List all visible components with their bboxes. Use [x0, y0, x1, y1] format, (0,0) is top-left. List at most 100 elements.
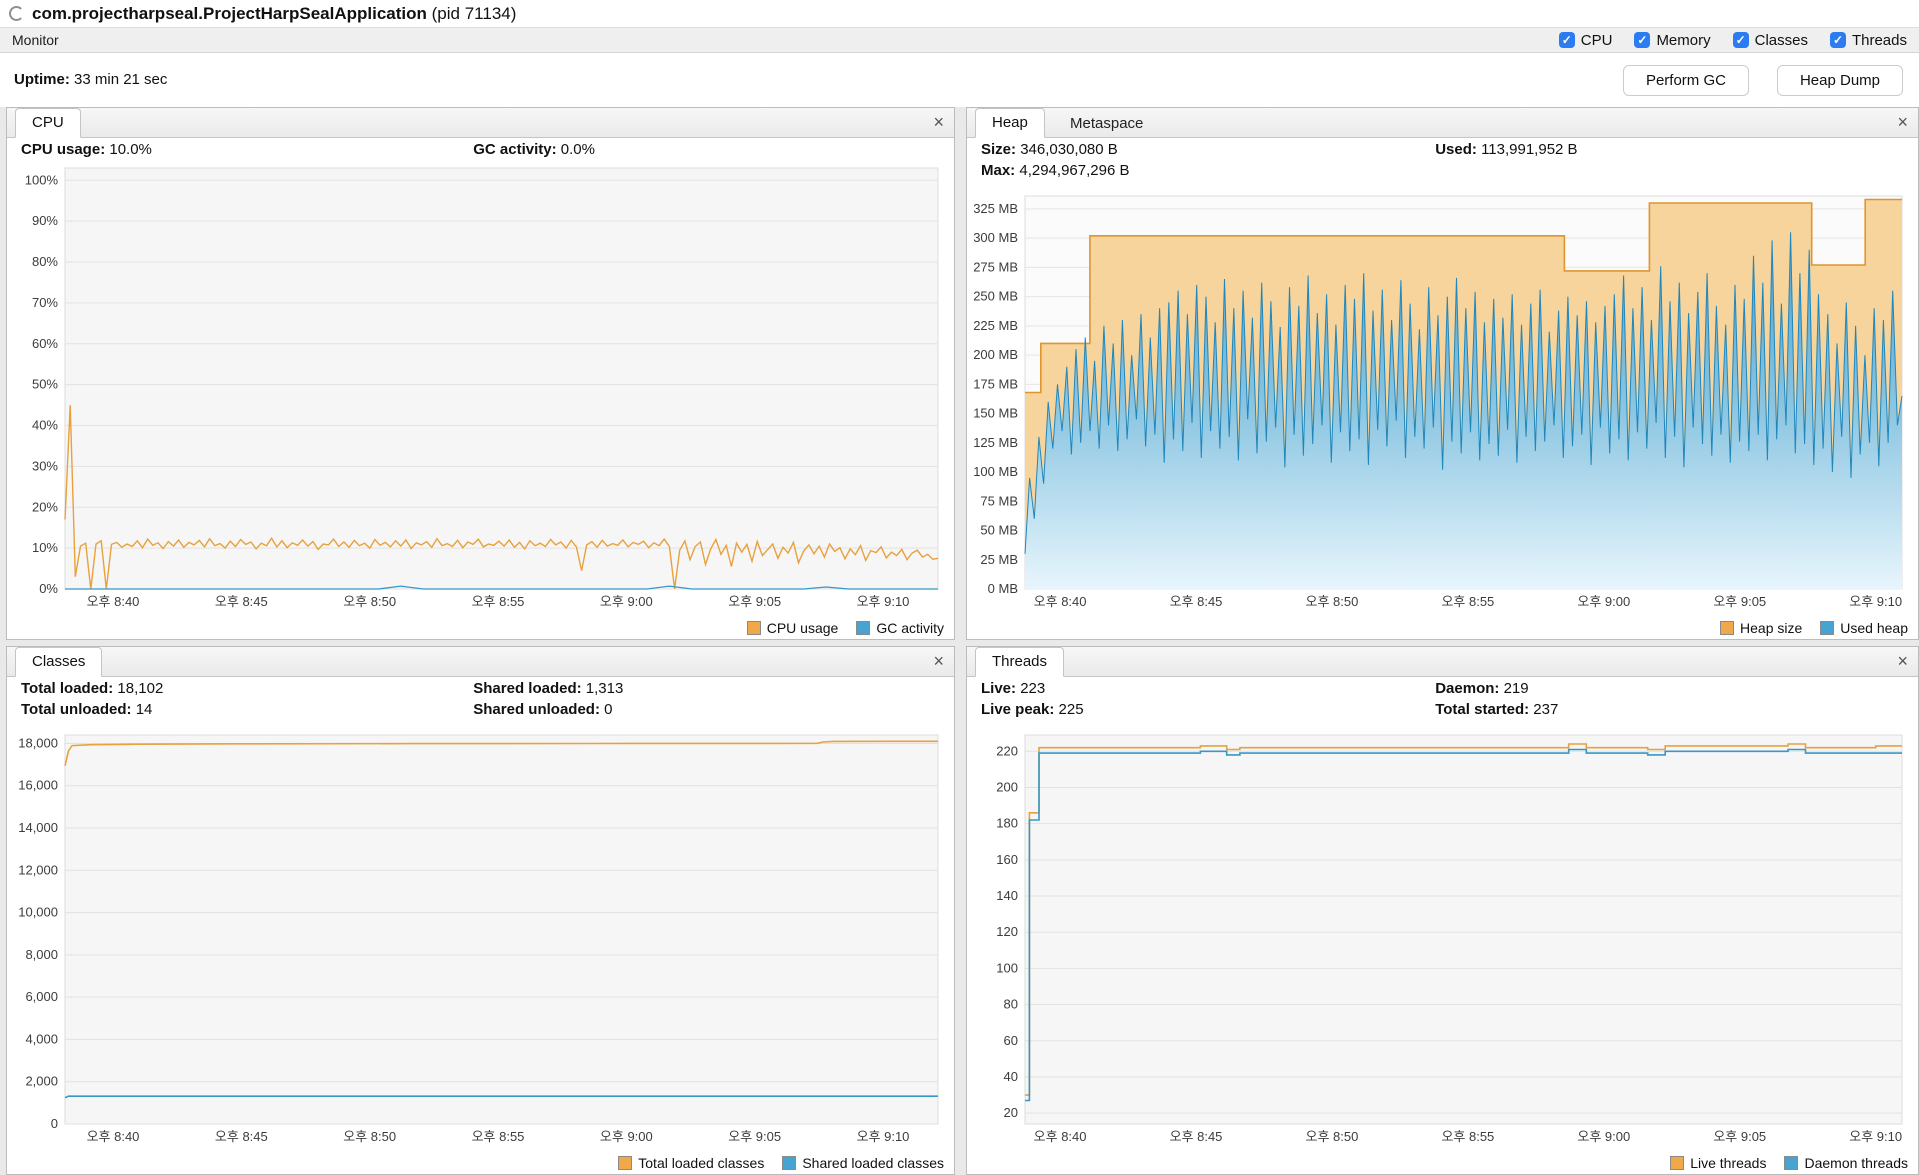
checkbox-cpu-label: CPU: [1580, 31, 1613, 49]
stat-value: 237: [1533, 701, 1559, 718]
svg-text:325 MB: 325 MB: [973, 201, 1018, 216]
svg-text:200: 200: [996, 779, 1018, 794]
stat-label: Max:: [981, 162, 1016, 179]
svg-text:오후 9:10: 오후 9:10: [857, 1129, 910, 1144]
legend-swatch-icon: [746, 621, 761, 635]
metric-checkbox-group: ✓ CPU ✓ Memory ✓ Classes ✓ Threads: [1558, 31, 1907, 49]
sub-toolbar: Uptime: 33 min 21 sec Perform GC Heap Du…: [0, 53, 1919, 107]
svg-text:2,000: 2,000: [25, 1074, 58, 1089]
uptime: Uptime: 33 min 21 sec: [14, 71, 167, 88]
svg-text:오후 9:00: 오후 9:00: [1577, 1129, 1630, 1144]
svg-text:0: 0: [51, 1116, 58, 1131]
svg-text:오후 9:10: 오후 9:10: [1849, 594, 1902, 609]
stat-value: 346,030,080 B: [1020, 141, 1118, 158]
svg-text:오후 9:05: 오후 9:05: [1713, 594, 1766, 609]
checkbox-classes-label: Classes: [1754, 31, 1808, 49]
threads-close-icon[interactable]: ×: [1897, 650, 1908, 672]
heap-dump-button[interactable]: Heap Dump: [1776, 65, 1903, 96]
svg-text:16,000: 16,000: [18, 778, 58, 793]
svg-text:100%: 100%: [25, 172, 59, 187]
svg-text:10%: 10%: [32, 540, 58, 555]
svg-text:8,000: 8,000: [25, 947, 58, 962]
svg-text:20: 20: [1004, 1105, 1018, 1120]
svg-text:18,000: 18,000: [18, 735, 58, 750]
svg-text:175 MB: 175 MB: [973, 376, 1018, 391]
svg-text:100: 100: [996, 960, 1018, 975]
cpu-close-icon[interactable]: ×: [933, 111, 944, 133]
stat-value: 0: [604, 701, 613, 718]
svg-text:6,000: 6,000: [25, 989, 58, 1004]
tab-heap[interactable]: Heap: [975, 108, 1045, 138]
classes-panel-header: Classes ×: [7, 647, 954, 677]
stat-value: 219: [1503, 680, 1529, 697]
svg-text:300 MB: 300 MB: [973, 230, 1018, 245]
svg-text:220: 220: [996, 743, 1018, 758]
heap-panel: Heap Metaspace × Size: 346,030,080 B Max…: [966, 107, 1919, 640]
tab-threads[interactable]: Threads: [975, 647, 1065, 677]
stat-value: 1,313: [585, 680, 624, 697]
checkbox-checked-icon: ✓: [1558, 32, 1575, 48]
svg-text:90%: 90%: [32, 213, 58, 228]
svg-text:12,000: 12,000: [18, 862, 58, 877]
monitor-toolbar: Monitor ✓ CPU ✓ Memory ✓ Classes ✓ Threa…: [0, 27, 1919, 53]
svg-text:40: 40: [1004, 1069, 1018, 1084]
stat-value: 10.0%: [109, 141, 152, 158]
svg-text:오후 9:05: 오후 9:05: [728, 1129, 781, 1144]
svg-text:오후 8:55: 오후 8:55: [472, 1129, 525, 1144]
stat-value: 14: [135, 701, 153, 718]
heap-close-icon[interactable]: ×: [1897, 111, 1908, 133]
checkbox-classes[interactable]: ✓ Classes: [1732, 31, 1808, 49]
svg-text:140: 140: [996, 888, 1018, 903]
legend-swatch-icon: [1820, 621, 1835, 635]
uptime-label: Uptime:: [14, 71, 70, 88]
stat-value: 113,991,952 B: [1481, 141, 1578, 158]
svg-text:4,000: 4,000: [25, 1031, 58, 1046]
stat-label: Size:: [981, 141, 1017, 158]
tab-classes[interactable]: Classes: [15, 647, 103, 677]
stat-label: Total started:: [1435, 701, 1530, 718]
checkbox-threads-label: Threads: [1851, 31, 1907, 49]
cpu-chart: 100% 90% 80% 70% 60% 50% 40% 30% 20% 10% 0% 오후 8:40…: [9, 164, 950, 613]
tab-metaspace[interactable]: Metaspace: [1053, 109, 1160, 138]
svg-text:오후 8:40: 오후 8:40: [87, 1129, 140, 1144]
svg-text:오후 9:00: 오후 9:00: [600, 1129, 653, 1144]
classes-stats: Total loaded: 18,102 Total unloaded: 14 …: [21, 680, 944, 726]
perform-gc-button[interactable]: Perform GC: [1622, 65, 1749, 96]
threads-legend: Live threads Daemon threads: [1670, 1155, 1908, 1171]
pid-label: (pid 71134): [431, 4, 517, 23]
svg-text:250 MB: 250 MB: [973, 289, 1018, 304]
legend-swatch-icon: [1670, 1156, 1685, 1170]
svg-text:50 MB: 50 MB: [980, 523, 1018, 538]
legend-item: Used heap: [1820, 620, 1908, 636]
classes-chart: 18,000 16,000 14,000 12,000 10,000 8,000 6,000…: [9, 731, 950, 1148]
svg-text:오후 9:05: 오후 9:05: [1713, 1129, 1766, 1144]
legend-label: CPU usage: [766, 620, 839, 636]
svg-text:오후 9:10: 오후 9:10: [1849, 1129, 1902, 1144]
svg-text:오후 8:40: 오후 8:40: [1034, 594, 1087, 609]
checkbox-threads[interactable]: ✓ Threads: [1829, 31, 1907, 49]
svg-text:10,000: 10,000: [18, 905, 58, 920]
threads-stats: Live: 223 Live peak: 225 Daemon: 219 Tot…: [981, 680, 1908, 726]
stat-label: Daemon:: [1435, 680, 1500, 697]
tab-cpu[interactable]: CPU: [15, 108, 81, 138]
svg-text:오후 8:50: 오후 8:50: [343, 1129, 396, 1144]
checkbox-cpu[interactable]: ✓ CPU: [1558, 31, 1613, 49]
svg-text:180: 180: [996, 816, 1018, 831]
legend-item: CPU usage: [746, 620, 839, 636]
checkbox-checked-icon: ✓: [1634, 32, 1651, 48]
legend-label: Used heap: [1840, 620, 1908, 636]
cpu-panel-header: CPU ×: [7, 108, 954, 138]
classes-legend: Total loaded classes Shared loaded classe…: [618, 1155, 944, 1171]
stat-label: Total loaded:: [21, 680, 114, 697]
svg-text:75 MB: 75 MB: [980, 493, 1018, 508]
svg-text:14,000: 14,000: [18, 820, 58, 835]
legend-label: Total loaded classes: [638, 1155, 765, 1171]
stat-value: 4,294,967,296 B: [1019, 162, 1130, 179]
classes-close-icon[interactable]: ×: [933, 650, 944, 672]
legend-swatch-icon: [856, 621, 871, 635]
svg-text:오후 8:45: 오후 8:45: [1170, 594, 1223, 609]
svg-text:80: 80: [1004, 997, 1018, 1012]
legend-label: Shared loaded classes: [802, 1155, 944, 1171]
legend-item: Total loaded classes: [618, 1155, 764, 1171]
checkbox-memory[interactable]: ✓ Memory: [1634, 32, 1711, 49]
